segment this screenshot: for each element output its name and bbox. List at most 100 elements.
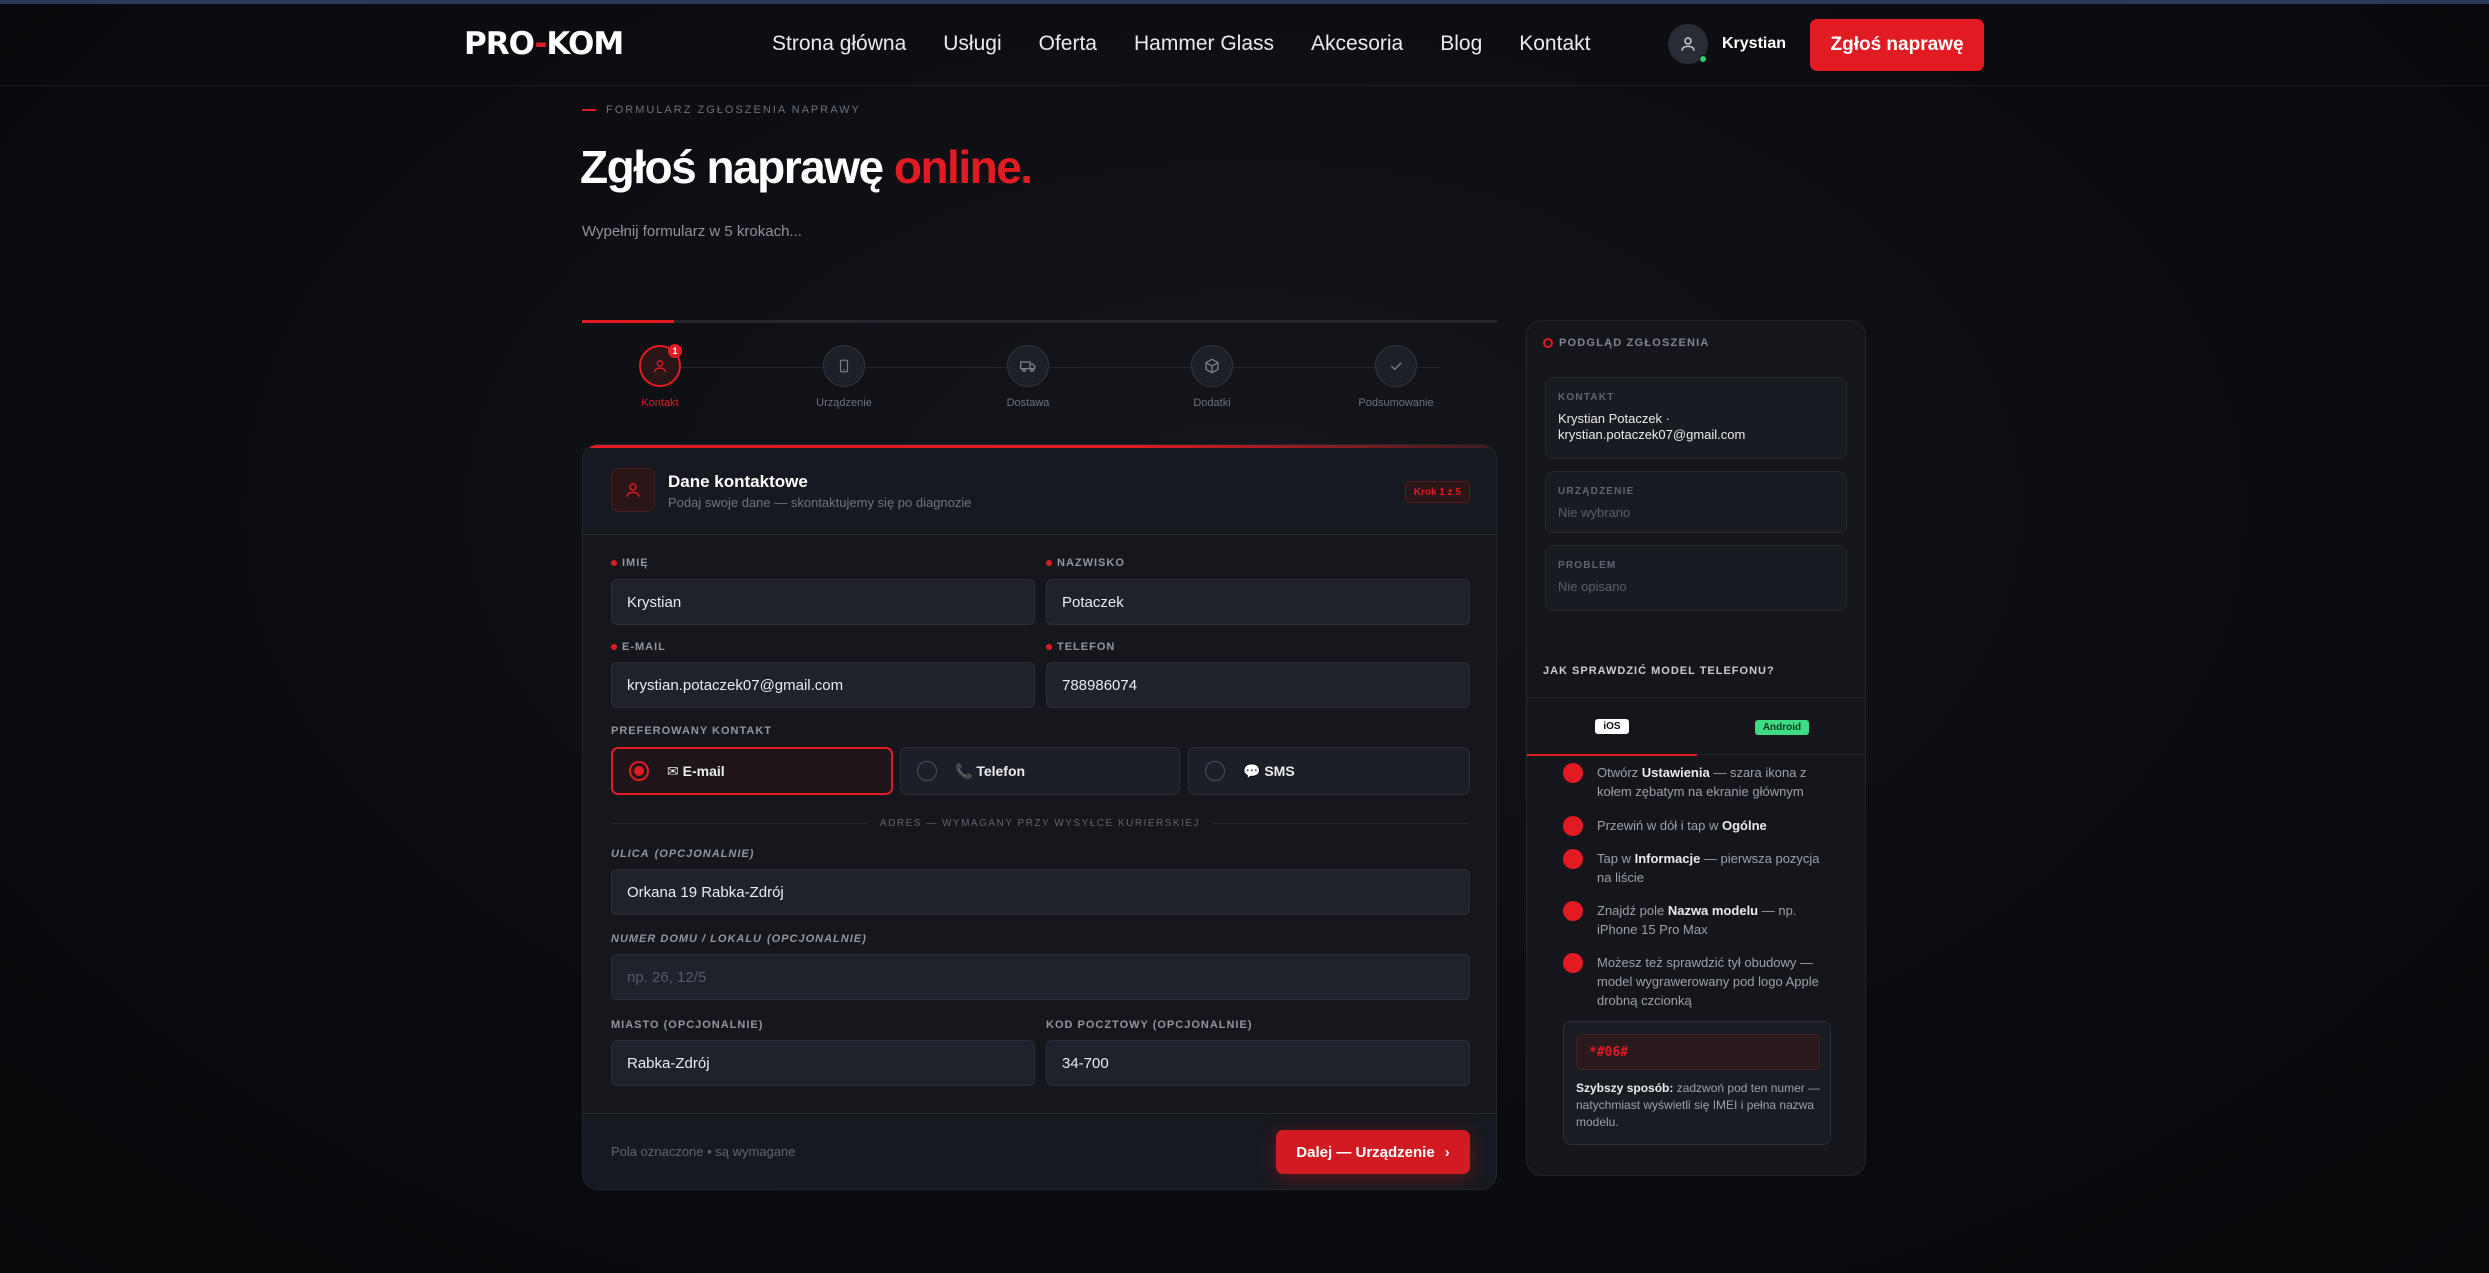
record-icon xyxy=(1543,338,1553,348)
next-step-button[interactable]: Dalej — Urządzenie › xyxy=(1276,1130,1470,1174)
radio-button[interactable] xyxy=(629,761,649,781)
preview-title-text: PODGLĄD ZGŁOSZENIA xyxy=(1559,337,1710,349)
model-help-box: JAK SPRAWDZIĆ MODEL TELEFONU? iOS Androi… xyxy=(1527,645,1865,1175)
help-step: Otwórz Ustawienia — szara ikona z kołem … xyxy=(1563,763,1833,801)
card-header-icon xyxy=(611,468,655,512)
email-input[interactable]: krystian.potaczek07@gmail.com xyxy=(611,662,1035,708)
street-label: ULICA (OPCJONALNIE) xyxy=(611,848,754,860)
nav-link-accessories[interactable]: Akcesoria xyxy=(1311,32,1403,56)
radio-label: 💬 SMS xyxy=(1243,762,1295,779)
nav-link-offer[interactable]: Oferta xyxy=(1039,32,1097,56)
preview-value: Nie opisano xyxy=(1558,579,1627,594)
text-part: Tap w xyxy=(1597,851,1635,866)
last-name-input[interactable]: Potaczek xyxy=(1046,579,1470,625)
nav-link-contact[interactable]: Kontakt xyxy=(1519,32,1590,56)
page-title: Zgłoś naprawę online. xyxy=(580,140,1033,194)
nav-link-services[interactable]: Usługi xyxy=(943,32,1001,56)
summary-preview-panel: PODGLĄD ZGŁOSZENIA KONTAKT Krystian Pota… xyxy=(1526,320,1866,1176)
page-title-accent: online. xyxy=(893,141,1033,193)
step-label: Kontakt xyxy=(641,397,679,409)
preview-key: PROBLEM xyxy=(1558,560,1617,571)
preview-key: URZĄDZENIE xyxy=(1558,486,1635,497)
user-icon xyxy=(654,360,666,373)
pref-contact-phone[interactable]: 📞 Telefon xyxy=(900,747,1180,795)
required-dot xyxy=(1046,560,1052,566)
step-bullet xyxy=(1563,763,1583,783)
eyebrow: FORMULARZ ZGŁOSZENIA NAPRAWY xyxy=(582,104,861,116)
navbar: PRO-KOM Strona główna Usługi Oferta Hamm… xyxy=(0,4,2489,86)
tab-ios[interactable]: iOS xyxy=(1527,698,1697,756)
avatar[interactable] xyxy=(1668,24,1708,64)
nav-link-blog[interactable]: Blog xyxy=(1440,32,1482,56)
preview-contact: KONTAKT Krystian Potaczek · krystian.pot… xyxy=(1545,377,1847,459)
user-icon xyxy=(626,483,640,497)
nav-link-hammer-glass[interactable]: Hammer Glass xyxy=(1134,32,1274,56)
step-label: Dostawa xyxy=(1006,397,1050,409)
step-delivery[interactable]: Dostawa xyxy=(968,345,1088,409)
step-extras[interactable]: Dodatki xyxy=(1152,345,1272,409)
online-status-dot xyxy=(1699,55,1707,63)
page-subtitle: Wypełnij formularz w 5 krokach... xyxy=(582,223,802,240)
text-bold: Nazwa modelu xyxy=(1667,903,1759,918)
step-bullet xyxy=(1563,901,1583,921)
zip-input[interactable]: 34-700 xyxy=(1046,1040,1470,1086)
step-label: Dodatki xyxy=(1193,397,1231,409)
first-name-input[interactable]: Krystian xyxy=(611,579,1035,625)
radio-label: 📞 Telefon xyxy=(955,762,1026,779)
logo-part-pro: PRO xyxy=(464,26,536,62)
step-bullet xyxy=(1563,849,1583,869)
imei-code-box: *#06# Szybszy sposób: zadzwoń pod ten nu… xyxy=(1563,1021,1831,1145)
pref-contact-sms[interactable]: 💬 SMS xyxy=(1188,747,1470,795)
tab-android[interactable]: Android xyxy=(1697,698,1865,756)
step-bullet xyxy=(1563,816,1583,836)
next-button-label: Dalej — Urządzenie xyxy=(1296,1143,1435,1161)
user-menu[interactable]: Krystian xyxy=(1668,24,1786,64)
tab-android-label: Android xyxy=(1754,719,1810,735)
step-device[interactable]: Urządzenie xyxy=(784,345,904,409)
radio-button[interactable] xyxy=(917,761,937,781)
step-contact[interactable]: 1 Kontakt xyxy=(600,344,720,409)
phone-input[interactable]: 788986074 xyxy=(1046,662,1470,708)
text-part: Otwórz xyxy=(1597,765,1642,780)
street-input[interactable]: Orkana 19 Rabka-Zdrój xyxy=(611,869,1470,915)
pref-contact-email[interactable]: ✉ E-mail xyxy=(611,747,893,795)
text-bold: Ogólne xyxy=(1722,818,1767,833)
preview-device: URZĄDZENIE Nie wybrano xyxy=(1545,471,1847,533)
box-icon xyxy=(1205,358,1219,374)
tab-ios-label: iOS xyxy=(1595,718,1629,734)
imei-code[interactable]: *#06# xyxy=(1576,1034,1820,1070)
last-name-label: NAZWISKO xyxy=(1046,557,1125,569)
text-bold: Ustawienia xyxy=(1641,765,1710,780)
card-footer: Pola oznaczone • są wymagane Dalej — Urz… xyxy=(583,1113,1496,1189)
text-part: Możesz też sprawdzić tył obudowy — model… xyxy=(1597,955,1819,1008)
label-text: E-MAIL xyxy=(622,641,666,653)
city-input[interactable]: Rabka-Zdrój xyxy=(611,1040,1035,1086)
required-dot xyxy=(611,560,617,566)
user-name[interactable]: Krystian xyxy=(1722,35,1786,53)
step-label: Podsumowanie xyxy=(1358,397,1434,409)
radio-button[interactable] xyxy=(1205,761,1225,781)
label-text: ULICA xyxy=(611,848,650,860)
chevron-right-icon: › xyxy=(1444,1143,1450,1161)
divider-line xyxy=(611,822,868,824)
label-text: IMIĘ xyxy=(622,557,649,569)
house-number-input[interactable]: np. 26, 12/5 xyxy=(611,954,1470,1000)
help-step: Przewiń w dół i tap w Ogólne xyxy=(1563,816,1833,836)
card-subtitle: Podaj swoje dane — skontaktujemy się po … xyxy=(668,495,972,510)
help-step-text: Znajdź pole Nazwa modelu — np. iPhone 15… xyxy=(1597,901,1833,939)
step-counter-badge: Krok 1 z 5 xyxy=(1404,481,1470,503)
preferred-contact-label: PREFEROWANY KONTAKT xyxy=(611,725,772,737)
report-repair-button[interactable]: Zgłoś naprawę xyxy=(1810,19,1984,71)
card-header: Dane kontaktowe Podaj swoje dane — skont… xyxy=(583,448,1496,535)
divider-text: ADRES — WYMAGANY PRZY WYSYŁCE KURIERSKIE… xyxy=(879,817,1201,829)
preview-problem: PROBLEM Nie opisano xyxy=(1545,545,1847,611)
step-summary[interactable]: Podsumowanie xyxy=(1336,345,1456,409)
required-note: Pola oznaczone • są wymagane xyxy=(611,1144,796,1159)
text-part: Znajdź pole xyxy=(1597,903,1668,918)
logo[interactable]: PRO-KOM xyxy=(464,26,624,62)
preview-value: Nie wybrano xyxy=(1558,505,1631,520)
eyebrow-line xyxy=(582,109,596,111)
page-title-main: Zgłoś naprawę xyxy=(580,141,884,193)
nav-link-home[interactable]: Strona główna xyxy=(772,32,906,56)
step-bullet xyxy=(1563,953,1583,973)
